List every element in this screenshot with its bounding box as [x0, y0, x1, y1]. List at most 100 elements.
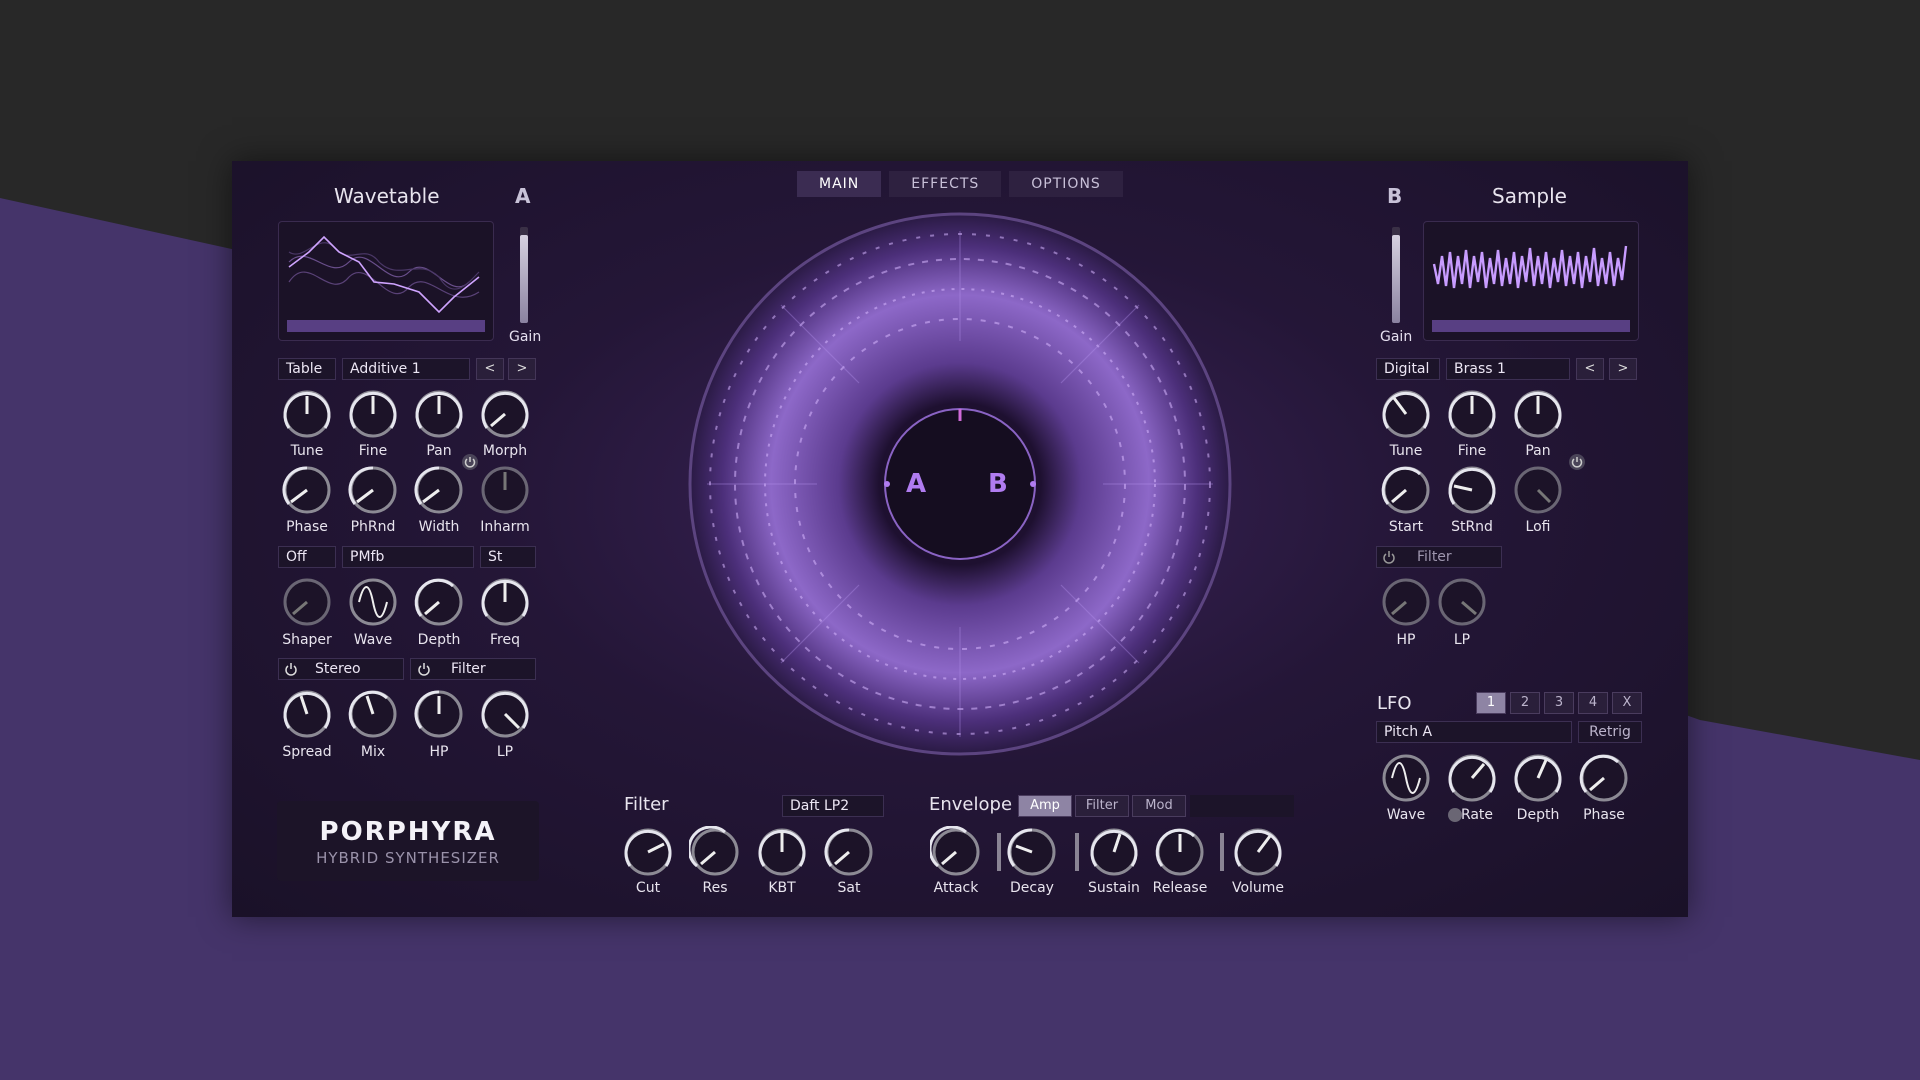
- osc-a-next-button[interactable]: >: [508, 358, 536, 380]
- freq-knob[interactable]: [479, 576, 531, 628]
- envelope-tab-filter[interactable]: Filter: [1075, 795, 1129, 817]
- mix-knob[interactable]: [347, 688, 399, 740]
- lfo-slot-3[interactable]: 3: [1544, 692, 1574, 714]
- osc-b-next-button[interactable]: >: [1609, 358, 1637, 380]
- osc-a-table-select[interactable]: Additive 1: [342, 358, 470, 380]
- osc-a-table-label: Table: [278, 358, 336, 380]
- env-separator: [1075, 833, 1079, 871]
- osc-a-title: Wavetable: [334, 184, 440, 208]
- width-knob[interactable]: [413, 464, 465, 516]
- logo: PORPHYRA HYBRID SYNTHESIZER: [277, 801, 539, 881]
- wave-label: Wave: [353, 632, 393, 648]
- fine-label: Fine: [358, 443, 388, 459]
- wavetable-waveform: [287, 235, 485, 332]
- cut-label: Cut: [635, 880, 661, 896]
- osc-b-prev-button[interactable]: <: [1576, 358, 1604, 380]
- osc-b-fine-knob[interactable]: [1446, 388, 1498, 440]
- inharm-knob[interactable]: [479, 464, 531, 516]
- phase-knob[interactable]: [281, 464, 333, 516]
- strnd-knob[interactable]: [1446, 464, 1498, 516]
- fine-knob[interactable]: [347, 388, 399, 440]
- lfo-retrig-button[interactable]: Retrig: [1578, 721, 1642, 743]
- lfo-slot-2[interactable]: 2: [1510, 692, 1540, 714]
- wave-knob[interactable]: [347, 576, 399, 628]
- width-label: Width: [418, 519, 460, 535]
- osc-b-gain-slider[interactable]: [1392, 227, 1400, 323]
- power-icon: [285, 663, 297, 676]
- tab-options[interactable]: OPTIONS: [1009, 171, 1123, 197]
- osc-b-lp-knob[interactable]: [1436, 576, 1488, 628]
- mod-st-select[interactable]: St: [480, 546, 536, 568]
- start-label: Start: [1388, 519, 1424, 535]
- oscillator-mix-circle[interactable]: [687, 211, 1233, 757]
- sustain-knob[interactable]: [1088, 826, 1140, 878]
- lfo-depth-knob[interactable]: [1512, 752, 1564, 804]
- res-label: Res: [702, 880, 728, 896]
- lfo-slot-x[interactable]: X: [1612, 692, 1642, 714]
- lfo-depth-label: Depth: [1516, 807, 1560, 823]
- mix-letter-b: B: [988, 469, 1008, 499]
- lfo-phase-label: Phase: [1583, 807, 1625, 823]
- lp-knob[interactable]: [479, 688, 531, 740]
- envelope-tab-spacer: [1190, 795, 1294, 817]
- hp-knob[interactable]: [413, 688, 465, 740]
- osc-b-mode-select[interactable]: Digital: [1376, 358, 1440, 380]
- top-tabs: MAIN EFFECTS OPTIONS: [797, 171, 1123, 197]
- power-icon: [418, 663, 430, 676]
- lfo-slot-1[interactable]: 1: [1476, 692, 1506, 714]
- morph-knob[interactable]: [479, 388, 531, 440]
- lofi-knob[interactable]: [1512, 464, 1564, 516]
- cut-knob[interactable]: [622, 826, 674, 878]
- tab-main[interactable]: MAIN: [797, 171, 882, 197]
- release-knob[interactable]: [1154, 826, 1206, 878]
- lfo-slot-4[interactable]: 4: [1578, 692, 1608, 714]
- decay-knob[interactable]: [1006, 826, 1058, 878]
- shaper-label: Shaper: [282, 632, 332, 648]
- spread-knob[interactable]: [281, 688, 333, 740]
- lfo-rate-knob[interactable]: [1446, 752, 1498, 804]
- power-icon[interactable]: [1568, 453, 1586, 471]
- mod-mode-select[interactable]: Off: [278, 546, 336, 568]
- sat-knob[interactable]: [823, 826, 875, 878]
- phrnd-label: PhRnd: [350, 519, 396, 535]
- filter-title: Filter: [624, 794, 669, 815]
- osc-b-sample-select[interactable]: Brass 1: [1446, 358, 1570, 380]
- phase-label: Phase: [286, 519, 328, 535]
- osc-b-pan-knob[interactable]: [1512, 388, 1564, 440]
- osc-a-prev-button[interactable]: <: [476, 358, 504, 380]
- env-separator: [1220, 833, 1224, 871]
- pan-knob[interactable]: [413, 388, 465, 440]
- lfo-phase-knob[interactable]: [1578, 752, 1630, 804]
- start-knob[interactable]: [1380, 464, 1432, 516]
- strnd-label: StRnd: [1451, 519, 1493, 535]
- attack-knob[interactable]: [930, 826, 982, 878]
- filter-type-select[interactable]: Daft LP2: [782, 795, 884, 817]
- osc-b-hp-knob[interactable]: [1380, 576, 1432, 628]
- shaper-knob[interactable]: [281, 576, 333, 628]
- kbt-label: KBT: [768, 880, 796, 896]
- wavetable-display[interactable]: [278, 221, 494, 341]
- lfo-rate-label: Rate: [1460, 807, 1494, 823]
- envelope-tab-amp[interactable]: Amp: [1018, 795, 1072, 817]
- osc-b-gain-label: Gain: [1380, 329, 1413, 345]
- phrnd-knob[interactable]: [347, 464, 399, 516]
- res-knob[interactable]: [689, 826, 741, 878]
- kbt-knob[interactable]: [756, 826, 808, 878]
- sample-display[interactable]: [1423, 221, 1639, 341]
- osc-b-pan-label: Pan: [1525, 443, 1551, 459]
- mod-type-select[interactable]: PMfb: [342, 546, 474, 568]
- osc-a-gain-slider[interactable]: [520, 227, 528, 323]
- tune-knob[interactable]: [281, 388, 333, 440]
- release-label: Release: [1152, 880, 1208, 896]
- volume-knob[interactable]: [1232, 826, 1284, 878]
- tab-effects[interactable]: EFFECTS: [889, 171, 1002, 197]
- osc-b-tune-knob[interactable]: [1380, 388, 1432, 440]
- tune-label: Tune: [290, 443, 324, 459]
- envelope-tab-mod[interactable]: Mod: [1132, 795, 1186, 817]
- lfo-target-select[interactable]: Pitch A: [1376, 721, 1572, 743]
- depth-knob[interactable]: [413, 576, 465, 628]
- lfo-wave-knob[interactable]: [1380, 752, 1432, 804]
- osc-b-title: Sample: [1492, 184, 1567, 208]
- logo-name: PORPHYRA: [319, 817, 497, 847]
- spread-label: Spread: [282, 744, 332, 760]
